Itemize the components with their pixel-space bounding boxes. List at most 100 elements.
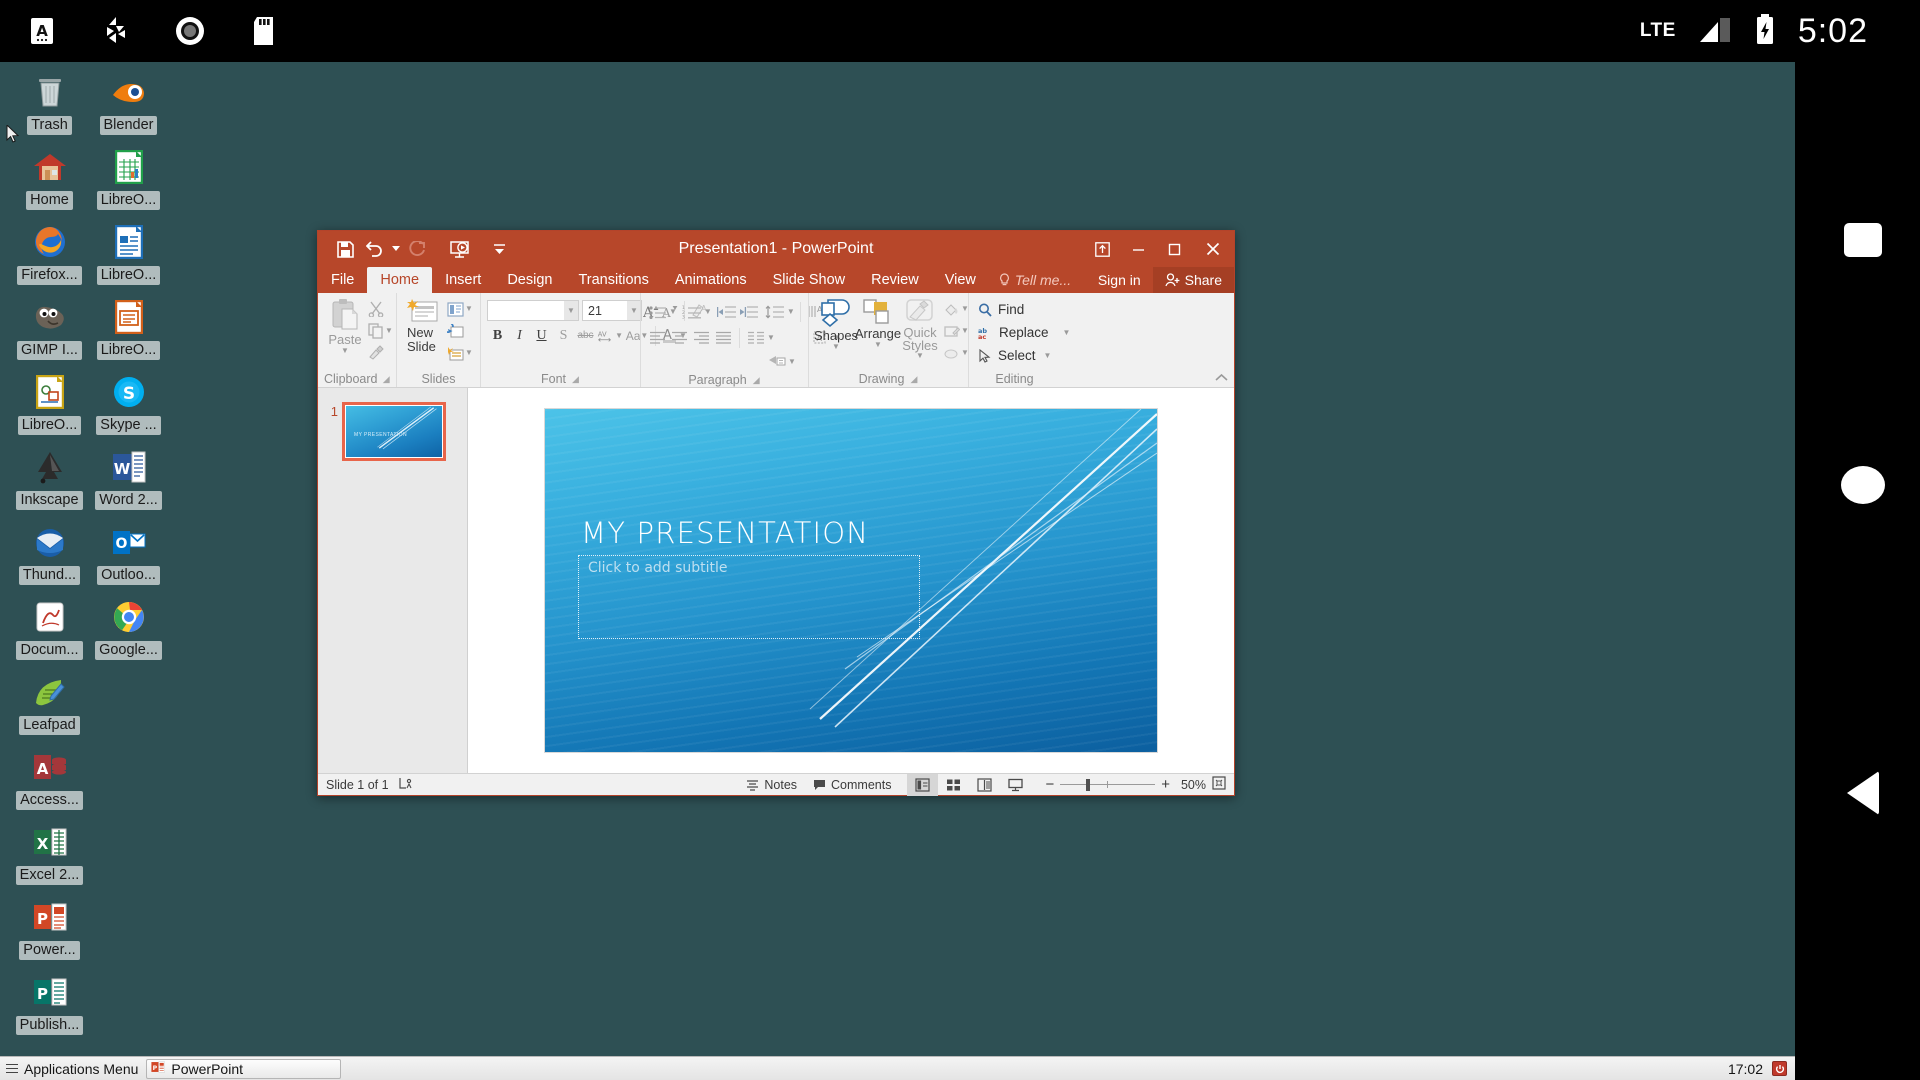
desktop-icon-skype[interactable]: S Skype ... — [89, 370, 168, 435]
ribbon-display-options-icon[interactable] — [1084, 232, 1120, 266]
slide-thumbnail-row[interactable]: 1 MY PRESENTATION — [318, 402, 446, 461]
desktop-icon-document-viewer[interactable]: Docum... — [10, 595, 89, 660]
normal-view-button[interactable] — [907, 774, 938, 796]
save-icon[interactable] — [330, 235, 360, 263]
desktop-icon-libreoffice-calc[interactable]: LibreO... — [89, 145, 168, 210]
shapes-button[interactable]: Shapes ▼ — [815, 296, 857, 351]
tab-animations[interactable]: Animations — [662, 267, 760, 293]
arrange-button[interactable]: Arrange ▼ — [857, 296, 899, 349]
paste-dropdown-icon[interactable]: ▼ — [341, 347, 349, 355]
select-dropdown-icon[interactable]: ▼ — [1044, 352, 1052, 360]
justify-button[interactable] — [713, 327, 734, 348]
desktop-icon-excel[interactable]: X Excel 2... — [10, 820, 89, 885]
font-dialog-launcher[interactable]: ◢ — [571, 375, 580, 384]
zoom-slider-handle[interactable] — [1086, 779, 1090, 791]
recents-button[interactable] — [1805, 217, 1920, 263]
slide-thumbnail-panel[interactable]: 1 MY PRESENTATION — [318, 388, 468, 773]
desktop-icon-access[interactable]: A Access... — [10, 745, 89, 810]
reset-button[interactable] — [445, 320, 475, 342]
tab-home[interactable]: Home — [367, 267, 432, 293]
desktop-icon-libreoffice-impress[interactable]: LibreO... — [89, 295, 168, 360]
redo-icon[interactable] — [402, 235, 432, 263]
font-size-dropdown-icon[interactable]: ▼ — [627, 301, 641, 320]
subtitle-placeholder-box[interactable]: Click to add subtitle — [578, 555, 920, 639]
bullets-button[interactable] — [647, 301, 668, 322]
section-dropdown-icon[interactable]: ▼ — [465, 349, 473, 357]
columns-dropdown-icon[interactable]: ▼ — [767, 334, 775, 342]
desktop-icon-blender[interactable]: Blender — [89, 70, 168, 135]
paragraph-dialog-launcher[interactable]: ◢ — [752, 376, 761, 385]
fit-to-window-button[interactable] — [1212, 776, 1226, 793]
tab-slide-show[interactable]: Slide Show — [760, 267, 859, 293]
undo-dropdown-icon[interactable] — [390, 235, 402, 263]
sign-in-button[interactable]: Sign in — [1086, 267, 1153, 293]
undo-icon[interactable] — [360, 235, 390, 263]
desktop-icon-libreoffice-draw[interactable]: LibreO... — [10, 370, 89, 435]
section-button[interactable]: ▼ — [445, 342, 475, 364]
desktop-icon-firefox[interactable]: Firefox... — [10, 220, 89, 285]
cut-button[interactable] — [366, 298, 395, 320]
layout-dropdown-icon[interactable]: ▼ — [465, 305, 473, 313]
select-button[interactable]: Select ▼ — [975, 346, 1051, 365]
zoom-out-button[interactable]: − — [1045, 779, 1054, 791]
quick-styles-dropdown-icon[interactable]: ▼ — [916, 352, 924, 360]
smartart-dropdown-icon[interactable]: ▼ — [788, 358, 796, 366]
zoom-level-label[interactable]: 50% — [1176, 778, 1206, 792]
underline-button[interactable]: U — [531, 325, 552, 346]
collapse-ribbon-button[interactable] — [1215, 373, 1228, 385]
font-name-dropdown-icon[interactable]: ▼ — [564, 301, 578, 320]
numbering-dropdown-icon[interactable]: ▼ — [704, 308, 712, 316]
convert-to-smartart-button[interactable] — [766, 351, 787, 372]
start-slideshow-icon[interactable] — [444, 235, 474, 263]
comments-button[interactable]: Comments — [813, 778, 891, 792]
bullets-dropdown-icon[interactable]: ▼ — [669, 308, 677, 316]
taskbar-window-powerpoint[interactable]: P PowerPoint — [146, 1059, 341, 1079]
character-spacing-button[interactable]: AV ▼ — [597, 325, 623, 346]
share-button[interactable]: Share — [1153, 267, 1234, 293]
clipboard-dialog-launcher[interactable]: ◢ — [383, 375, 390, 384]
desktop-icon-chrome[interactable]: Google... — [89, 595, 168, 660]
reading-view-button[interactable] — [969, 774, 1000, 796]
desktop-icon-gimp[interactable]: GIMP I... — [10, 295, 89, 360]
numbering-button[interactable]: 123 — [682, 301, 703, 322]
shape-fill-button[interactable]: ▼ — [941, 298, 971, 320]
power-icon[interactable] — [1772, 1061, 1787, 1076]
slide-title[interactable]: MY PRESENTATION — [581, 516, 869, 550]
line-spacing-dropdown-icon[interactable]: ▼ — [787, 308, 795, 316]
desktop-icon-libreoffice-writer[interactable]: LibreO... — [89, 220, 168, 285]
align-center-button[interactable] — [669, 327, 690, 348]
close-button[interactable] — [1192, 232, 1234, 266]
customize-qat-icon[interactable] — [484, 235, 514, 263]
notes-button[interactable]: Notes — [746, 778, 797, 792]
desktop-icon-outlook[interactable]: O Outloo... — [89, 520, 168, 585]
paste-button[interactable]: Paste ▼ — [324, 296, 366, 355]
text-shadow-button[interactable]: S — [553, 325, 574, 346]
tab-view[interactable]: View — [932, 267, 989, 293]
desktop-icon-publisher[interactable]: P Publish... — [10, 970, 89, 1035]
zoom-slider[interactable] — [1060, 779, 1155, 791]
tab-review[interactable]: Review — [858, 267, 932, 293]
arrange-dropdown-icon[interactable]: ▼ — [874, 341, 882, 349]
shapes-dropdown-icon[interactable]: ▼ — [832, 343, 840, 351]
desktop-icon-powerpoint[interactable]: P Power... — [10, 895, 89, 960]
shape-effects-button[interactable]: ▼ — [941, 342, 971, 364]
back-button[interactable] — [1805, 767, 1920, 819]
layout-button[interactable]: ▼ — [445, 298, 475, 320]
tell-me-search[interactable]: Tell me... — [989, 267, 1081, 293]
minimize-button[interactable] — [1120, 232, 1156, 266]
restore-button[interactable] — [1156, 232, 1192, 266]
font-name-input[interactable]: ▼ — [487, 300, 579, 321]
character-spacing-dropdown-icon[interactable]: ▼ — [615, 332, 623, 340]
font-size-input[interactable]: 21 ▼ — [582, 300, 642, 321]
desktop-icon-trash[interactable]: Trash — [10, 70, 89, 135]
new-slide-button[interactable]: New Slide — [403, 296, 445, 354]
shape-outline-button[interactable]: ▼ — [941, 320, 971, 342]
tab-insert[interactable]: Insert — [432, 267, 494, 293]
replace-button[interactable]: abac Replace ▼ — [975, 323, 1070, 342]
format-painter-button[interactable] — [366, 342, 395, 364]
desktop-icon-home[interactable]: Home — [10, 145, 89, 210]
tab-design[interactable]: Design — [494, 267, 565, 293]
applications-menu-button[interactable]: Applications Menu — [0, 1057, 146, 1080]
align-right-button[interactable] — [691, 327, 712, 348]
tab-file[interactable]: File — [318, 267, 367, 293]
